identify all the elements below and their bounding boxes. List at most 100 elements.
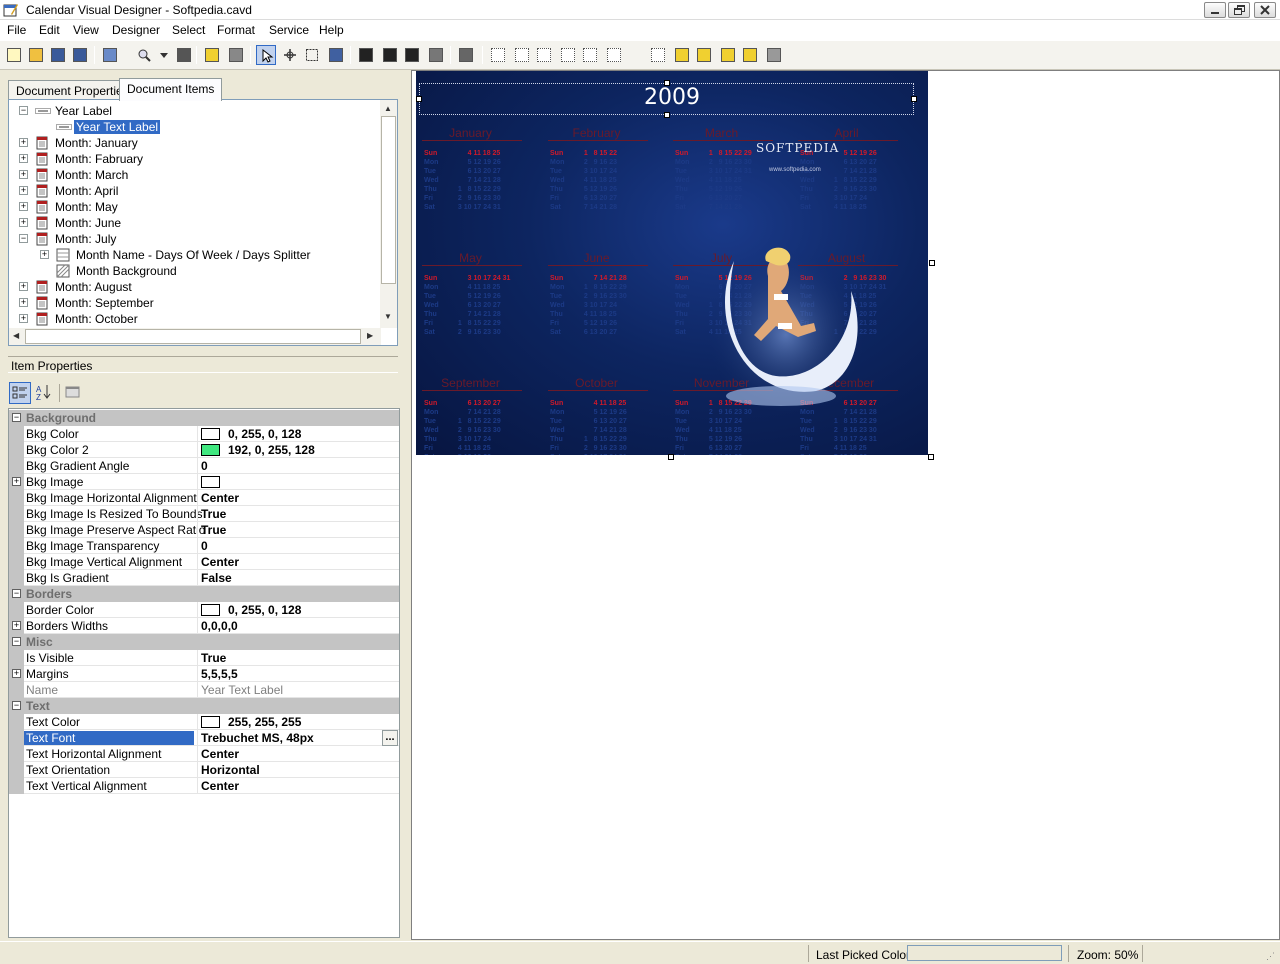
layout-button[interactable] bbox=[174, 45, 194, 65]
fit-page-button[interactable] bbox=[402, 45, 422, 65]
property-row[interactable]: Text Vertical Alignment Center bbox=[9, 778, 399, 794]
tab-document-properties[interactable]: Document Properties bbox=[8, 80, 137, 100]
expand-icon[interactable]: + bbox=[12, 669, 21, 678]
center-horizontal-button[interactable] bbox=[580, 45, 600, 65]
property-value[interactable]: 255, 255, 255 bbox=[197, 714, 399, 730]
collapse-icon[interactable]: − bbox=[12, 637, 21, 646]
pick-color-button[interactable] bbox=[326, 45, 346, 65]
expand-icon[interactable]: + bbox=[19, 170, 28, 179]
property-value[interactable]: 192, 0, 255, 128 bbox=[197, 442, 399, 458]
tab-document-items[interactable]: Document Items bbox=[119, 78, 223, 101]
tree-hscroll-thumb[interactable] bbox=[25, 329, 361, 344]
property-row[interactable]: Text Color 255, 255, 255 bbox=[9, 714, 399, 730]
scroll-left-arrow[interactable]: ◀ bbox=[13, 331, 19, 340]
property-value[interactable]: Horizontal bbox=[197, 762, 399, 778]
property-value[interactable]: 0 bbox=[197, 538, 399, 554]
order-button[interactable] bbox=[456, 45, 476, 65]
calendar-page[interactable]: DecemberSun 6 13 20 27 Mon 7 14 21 28 Tu… bbox=[416, 71, 928, 455]
align-bottom-button[interactable] bbox=[558, 45, 578, 65]
property-row[interactable]: Bkg Color 2 192, 0, 255, 128 bbox=[9, 442, 399, 458]
property-row[interactable]: Bkg Color 0, 255, 0, 128 bbox=[9, 426, 399, 442]
property-category[interactable]: − Borders bbox=[9, 586, 399, 602]
property-value[interactable]: Center bbox=[197, 778, 399, 794]
align-center-button[interactable] bbox=[512, 45, 532, 65]
scroll-down-arrow[interactable]: ▼ bbox=[384, 312, 392, 321]
expand-icon[interactable]: + bbox=[19, 154, 28, 163]
close-button[interactable] bbox=[1254, 2, 1276, 18]
collapse-icon[interactable]: − bbox=[12, 413, 21, 422]
property-row[interactable]: + Borders Widths 0,0,0,0 bbox=[9, 618, 399, 634]
fit-width-button[interactable] bbox=[356, 45, 376, 65]
property-row[interactable]: Bkg Image Transparency 0 bbox=[9, 538, 399, 554]
property-row[interactable]: Border Color 0, 255, 0, 128 bbox=[9, 602, 399, 618]
pointer-button[interactable] bbox=[256, 45, 276, 65]
property-value[interactable]: Center bbox=[197, 554, 399, 570]
document-items-tree[interactable]: + Month: October + Month: September + Month: … bbox=[8, 99, 398, 346]
menu-help[interactable]: Help bbox=[319, 23, 344, 37]
bring-forward-button[interactable] bbox=[718, 45, 738, 65]
property-row[interactable]: Bkg Image Vertical Alignment Center bbox=[9, 554, 399, 570]
align-left-button[interactable] bbox=[488, 45, 508, 65]
property-value[interactable]: Trebuchet MS, 48px... bbox=[197, 730, 399, 746]
menu-select[interactable]: Select bbox=[172, 23, 205, 37]
collapse-icon[interactable]: − bbox=[19, 106, 28, 115]
bring-front-button[interactable] bbox=[672, 45, 692, 65]
menu-edit[interactable]: Edit bbox=[39, 23, 60, 37]
property-grid[interactable]: − Background Bkg Color 0, 255, 0, 128 Bkg Co… bbox=[8, 408, 400, 938]
expand-icon[interactable]: + bbox=[12, 477, 21, 486]
move-button[interactable] bbox=[280, 45, 300, 65]
page-resize-handle-corner[interactable] bbox=[928, 454, 934, 460]
expand-icon[interactable]: + bbox=[19, 298, 28, 307]
save-button[interactable] bbox=[48, 45, 68, 65]
property-value[interactable]: Year Text Label bbox=[197, 682, 399, 698]
property-value[interactable]: False bbox=[197, 570, 399, 586]
grid-button[interactable] bbox=[426, 45, 446, 65]
zoom-button[interactable] bbox=[134, 45, 154, 65]
property-value[interactable]: 5,5,5,5 bbox=[197, 666, 399, 682]
page-resize-handle-bottom[interactable] bbox=[668, 454, 674, 460]
tree-scroll-thumb[interactable] bbox=[381, 116, 396, 284]
property-row[interactable]: Bkg Image Horizontal Alignment Center bbox=[9, 490, 399, 506]
property-category[interactable]: − Text bbox=[9, 698, 399, 714]
print-preview-button[interactable] bbox=[100, 45, 120, 65]
expand-icon[interactable]: + bbox=[19, 218, 28, 227]
size-grip[interactable]: ⋰ bbox=[1266, 950, 1278, 962]
zoom-dropdown-button[interactable] bbox=[154, 45, 174, 65]
delete-item-button[interactable] bbox=[226, 45, 246, 65]
property-row[interactable]: Bkg Is Gradient False bbox=[9, 570, 399, 586]
property-category[interactable]: − Background bbox=[9, 410, 399, 426]
property-row[interactable]: Is Visible True bbox=[9, 650, 399, 666]
save-all-button[interactable] bbox=[70, 45, 90, 65]
property-row[interactable]: Text Horizontal Alignment Center bbox=[9, 746, 399, 762]
add-item-button[interactable] bbox=[202, 45, 222, 65]
expand-icon[interactable]: + bbox=[12, 621, 21, 630]
menu-file[interactable]: File bbox=[7, 23, 26, 37]
collapse-icon[interactable]: − bbox=[19, 234, 28, 243]
property-category[interactable]: − Misc bbox=[9, 634, 399, 650]
design-canvas[interactable]: DecemberSun 6 13 20 27 Mon 7 14 21 28 Tu… bbox=[411, 70, 1280, 940]
group-button[interactable] bbox=[764, 45, 784, 65]
property-row[interactable]: + Bkg Image bbox=[9, 474, 399, 490]
open-button[interactable] bbox=[26, 45, 46, 65]
alphabetical-button[interactable]: A Z bbox=[33, 382, 55, 404]
expand-icon[interactable]: + bbox=[40, 250, 49, 259]
send-backward-button[interactable] bbox=[740, 45, 760, 65]
minimize-button[interactable] bbox=[1204, 2, 1226, 18]
property-value[interactable]: True bbox=[197, 650, 399, 666]
tree-vertical-scrollbar[interactable]: ▲ ▼ bbox=[380, 100, 397, 328]
property-value[interactable]: Center bbox=[197, 490, 399, 506]
categorized-button[interactable] bbox=[9, 382, 31, 404]
resize-handle[interactable] bbox=[664, 112, 670, 118]
property-value[interactable]: 0 bbox=[197, 458, 399, 474]
property-value[interactable] bbox=[197, 474, 399, 490]
expand-icon[interactable]: + bbox=[19, 186, 28, 195]
property-row[interactable]: Name Year Text Label bbox=[9, 682, 399, 698]
new-button[interactable] bbox=[4, 45, 24, 65]
send-back-button[interactable] bbox=[694, 45, 714, 65]
property-row[interactable]: + Margins 5,5,5,5 bbox=[9, 666, 399, 682]
menu-service[interactable]: Service bbox=[269, 23, 309, 37]
align-top-button[interactable] bbox=[534, 45, 554, 65]
property-row[interactable]: Bkg Image Is Resized To Bounds True bbox=[9, 506, 399, 522]
property-value[interactable]: Center bbox=[197, 746, 399, 762]
property-value[interactable]: True bbox=[197, 506, 399, 522]
